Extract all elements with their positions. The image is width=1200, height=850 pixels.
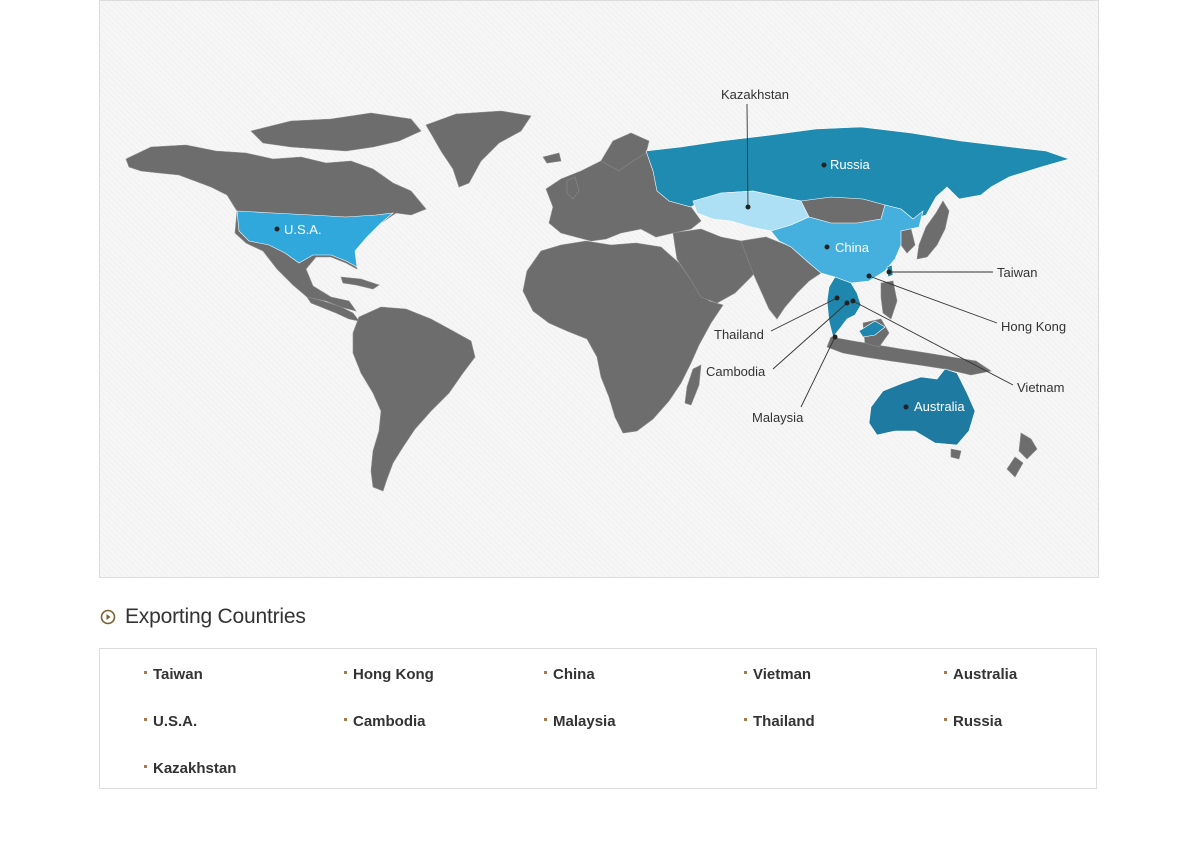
landmass-indonesia xyxy=(826,336,992,376)
landmass-madagascar xyxy=(684,364,702,406)
country-name: Cambodia xyxy=(353,713,426,730)
country-name: Australia xyxy=(953,666,1018,683)
countries-list: Taiwan Hong Kong China Vietman Australia… xyxy=(99,648,1097,789)
landmass-tasmania xyxy=(950,448,962,460)
list-item: Taiwan xyxy=(144,664,344,685)
circle-play-icon xyxy=(100,609,116,625)
marker-kazakhstan xyxy=(745,204,751,210)
marker-taiwan xyxy=(886,269,892,275)
country-name: Thailand xyxy=(753,713,815,730)
bullet-icon xyxy=(144,765,147,768)
bullet-icon xyxy=(744,718,747,721)
list-item: Australia xyxy=(944,664,1144,685)
country-name: Kazakhstan xyxy=(153,760,237,777)
label-russia: Russia xyxy=(830,157,871,172)
marker-malaysia xyxy=(832,334,838,340)
bullet-icon xyxy=(144,718,147,721)
landmass-arctic-islands xyxy=(250,112,422,152)
country-name: U.S.A. xyxy=(153,713,198,730)
list-item: Cambodia xyxy=(344,711,544,732)
bullet-icon xyxy=(544,671,547,674)
bullet-icon xyxy=(344,718,347,721)
world-map-svg: Kazakhstan Russia U.S.A. China Taiwan Ho… xyxy=(125,87,1070,492)
label-taiwan: Taiwan xyxy=(997,265,1037,280)
label-cambodia: Cambodia xyxy=(706,364,766,379)
landmass-iceland xyxy=(542,152,562,164)
countries-grid: Taiwan Hong Kong China Vietman Australia… xyxy=(144,664,1096,779)
list-item: Thailand xyxy=(744,711,944,732)
landmass-greenland xyxy=(425,110,532,188)
marker-hongkong xyxy=(866,273,872,279)
section-title: Exporting Countries xyxy=(125,605,306,628)
country-name: Malaysia xyxy=(553,713,616,730)
marker-thailand xyxy=(834,295,840,301)
bullet-icon xyxy=(544,718,547,721)
landmass-south-america xyxy=(352,306,476,492)
marker-australia xyxy=(903,404,909,410)
bullet-icon xyxy=(144,671,147,674)
bullet-icon xyxy=(744,671,747,674)
section-header: Exporting Countries xyxy=(100,603,306,631)
landmass-new-zealand-south xyxy=(1006,456,1024,478)
marker-usa xyxy=(274,226,280,232)
world-map: Kazakhstan Russia U.S.A. China Taiwan Ho… xyxy=(99,0,1099,578)
landmass-new-zealand xyxy=(1018,432,1038,460)
landmass-caribbean xyxy=(340,276,380,290)
list-item: Malaysia xyxy=(544,711,744,732)
landmass-korea xyxy=(900,228,916,254)
marker-russia xyxy=(821,162,827,168)
label-usa: U.S.A. xyxy=(284,222,322,237)
marker-china xyxy=(824,244,830,250)
list-item: Russia xyxy=(944,711,1144,732)
marker-cambodia xyxy=(844,300,850,306)
list-item: U.S.A. xyxy=(144,711,344,732)
label-kazakhstan: Kazakhstan xyxy=(721,87,789,102)
marker-vietnam xyxy=(850,298,856,304)
country-name: China xyxy=(553,666,595,683)
label-hongkong: Hong Kong xyxy=(1001,319,1066,334)
country-name: Vietman xyxy=(753,666,812,683)
label-china: China xyxy=(835,240,870,255)
landmass-philippines xyxy=(880,280,898,320)
label-malaysia: Malaysia xyxy=(752,410,804,425)
leader-malaysia xyxy=(800,336,836,408)
label-australia: Australia xyxy=(914,399,965,414)
list-item: Kazakhstan xyxy=(144,758,344,779)
label-vietnam: Vietnam xyxy=(1017,380,1064,395)
country-name: Hong Kong xyxy=(353,666,434,683)
country-se-asia xyxy=(826,276,862,338)
bullet-icon xyxy=(344,671,347,674)
list-item: Hong Kong xyxy=(344,664,544,685)
list-item: Vietman xyxy=(744,664,944,685)
label-thailand: Thailand xyxy=(714,327,764,342)
country-name: Taiwan xyxy=(153,666,203,683)
list-item: China xyxy=(544,664,744,685)
bullet-icon xyxy=(944,718,947,721)
country-name: Russia xyxy=(953,713,1003,730)
bullet-icon xyxy=(944,671,947,674)
